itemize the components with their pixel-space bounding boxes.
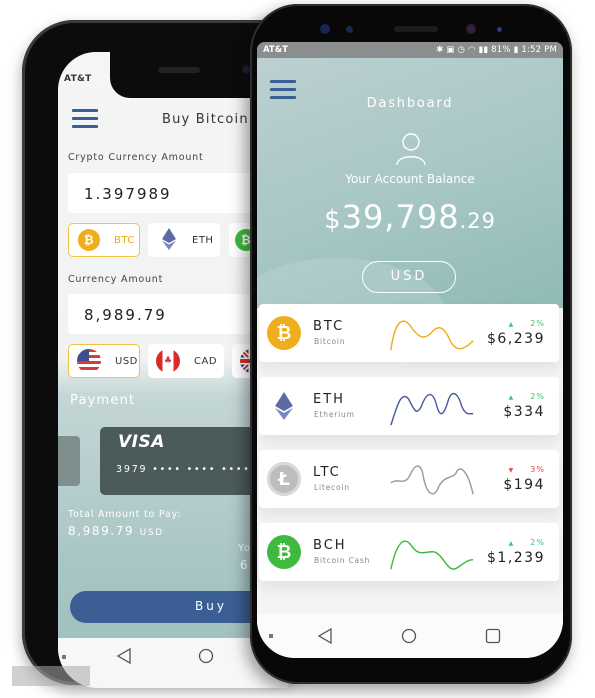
status-icons: ✱ ▣ ◷ ◠ ▮▮ bbox=[436, 45, 492, 55]
status-bar-carrier: AT&T bbox=[64, 74, 92, 84]
coin-price: $334 bbox=[503, 404, 545, 420]
change-percent: 2% bbox=[530, 392, 545, 401]
coin-symbol: BTC bbox=[313, 319, 345, 334]
currency-option-cad[interactable]: ♣ CAD bbox=[148, 344, 224, 378]
chip-label: BTC bbox=[114, 234, 135, 246]
payment-label: Payment bbox=[70, 393, 136, 408]
coin-price: $6,239 bbox=[487, 331, 545, 347]
arrow-up-icon: ▲ bbox=[508, 540, 515, 547]
page-title: Dashboard bbox=[366, 96, 454, 111]
coin-price: $1,239 bbox=[487, 550, 545, 566]
change-percent: 2% bbox=[530, 538, 545, 547]
currency-option-usd[interactable]: USD bbox=[68, 344, 140, 378]
visa-logo: VISA bbox=[118, 432, 165, 452]
navigation-bar bbox=[257, 614, 563, 658]
chip-label: ETH bbox=[192, 234, 214, 246]
recent-apps-icon[interactable] bbox=[62, 655, 66, 659]
coin-name: Etherium bbox=[314, 410, 355, 419]
coin-symbol: ETH bbox=[313, 392, 345, 407]
currency-amount-label: Currency Amount bbox=[68, 274, 164, 285]
chip-label: USD bbox=[115, 355, 138, 367]
bitcoin-icon: ₿ bbox=[267, 316, 301, 350]
price-change: ▼ 3% bbox=[509, 465, 545, 474]
hamburger-icon[interactable] bbox=[72, 109, 98, 133]
coin-name: Litecoin bbox=[314, 483, 350, 492]
coin-name: Bitcoin Cash bbox=[314, 556, 371, 565]
litecoin-icon: Ł bbox=[267, 462, 301, 496]
coin-card-eth[interactable]: ETH Etherium ▲ 2% $334 bbox=[259, 377, 559, 435]
price-change: ▲ 2% bbox=[509, 319, 545, 328]
dashboard-screen: AT&T ✱ ▣ ◷ ◠ ▮▮ 81% ▮ 1:52 PM Dashboard … bbox=[257, 42, 563, 658]
coin-name: Bitcoin bbox=[314, 337, 346, 346]
previous-card[interactable] bbox=[58, 436, 80, 486]
bitcoin-cash-icon: ₿ bbox=[267, 535, 301, 569]
arrow-up-icon: ▲ bbox=[508, 394, 515, 401]
recent-apps-icon[interactable] bbox=[269, 634, 273, 638]
crypto-option-eth[interactable]: ETH bbox=[148, 223, 220, 257]
bitcoin-icon: ₿ bbox=[78, 229, 100, 251]
balance-whole: 39,798 bbox=[341, 198, 460, 236]
user-icon bbox=[396, 133, 426, 166]
balance-symbol: $ bbox=[324, 205, 342, 235]
watermark bbox=[12, 666, 90, 686]
battery-percent: 81% bbox=[491, 45, 511, 55]
ethereum-icon bbox=[162, 227, 176, 253]
sparkline-path bbox=[390, 320, 474, 351]
sparkline-chart bbox=[390, 465, 474, 495]
canada-flag-icon: ♣ bbox=[156, 349, 180, 373]
sparkline-chart bbox=[390, 392, 474, 426]
price-change: ▲ 2% bbox=[509, 538, 545, 547]
coin-symbol: LTC bbox=[313, 465, 341, 480]
coin-card-btc[interactable]: ₿ BTC Bitcoin ▲ 2% $6,239 bbox=[259, 304, 559, 362]
total-label: Total Amount to Pay: bbox=[68, 509, 182, 520]
crypto-option-btc[interactable]: ₿ BTC bbox=[68, 223, 140, 257]
change-percent: 3% bbox=[530, 465, 545, 474]
balance-hero: Dashboard Your Account Balance $39,798.2… bbox=[257, 58, 563, 378]
coin-card-ltc[interactable]: Ł LTC Litecoin ▼ 3% $194 bbox=[259, 450, 559, 508]
status-time: 1:52 PM bbox=[521, 45, 557, 55]
sparkline-path bbox=[390, 540, 474, 570]
total-amount: 8,989.79 USD bbox=[68, 524, 164, 538]
arrow-up-icon: ▲ bbox=[508, 321, 515, 328]
sparkline-path bbox=[390, 465, 474, 495]
balance-amount: $39,798.29 bbox=[257, 198, 563, 236]
home-icon[interactable] bbox=[198, 648, 214, 664]
home-icon[interactable] bbox=[401, 628, 417, 644]
arrow-down-icon: ▼ bbox=[508, 467, 515, 474]
total-currency: USD bbox=[139, 528, 164, 538]
price-change: ▲ 2% bbox=[509, 392, 545, 401]
status-right: ✱ ▣ ◷ ◠ ▮▮ 81% ▮ 1:52 PM bbox=[436, 45, 557, 55]
overview-icon[interactable] bbox=[485, 628, 501, 644]
front-sensors bbox=[250, 4, 572, 44]
currency-button[interactable]: USD bbox=[362, 261, 456, 293]
chip-label: CAD bbox=[194, 355, 218, 367]
status-carrier: AT&T bbox=[263, 45, 288, 55]
sparkline-chart bbox=[390, 540, 474, 570]
card-number: 3979 •••• •••• •••• bbox=[116, 464, 251, 475]
page-title: Buy Bitcoin bbox=[162, 112, 249, 127]
sparkline-chart bbox=[390, 320, 474, 351]
back-icon[interactable] bbox=[116, 648, 132, 664]
us-flag-icon bbox=[77, 349, 101, 373]
crypto-amount-label: Crypto Currency Amount bbox=[68, 152, 204, 163]
coin-symbol: BCH bbox=[313, 538, 347, 553]
ethereum-icon bbox=[267, 389, 301, 423]
status-bar: AT&T ✱ ▣ ◷ ◠ ▮▮ 81% ▮ 1:52 PM bbox=[257, 42, 563, 58]
balance-label: Your Account Balance bbox=[345, 172, 475, 186]
balance-cents: .29 bbox=[459, 209, 496, 233]
coin-card-bch[interactable]: ₿ BCH Bitcoin Cash ▲ 2% $1,239 bbox=[259, 523, 559, 581]
back-icon[interactable] bbox=[317, 628, 333, 644]
total-value: 8,989.79 bbox=[68, 524, 135, 538]
change-percent: 2% bbox=[530, 319, 545, 328]
coin-price: $194 bbox=[503, 477, 545, 493]
dashboard-phone: AT&T ✱ ▣ ◷ ◠ ▮▮ 81% ▮ 1:52 PM Dashboard … bbox=[250, 4, 572, 684]
sparkline-path bbox=[390, 392, 474, 426]
